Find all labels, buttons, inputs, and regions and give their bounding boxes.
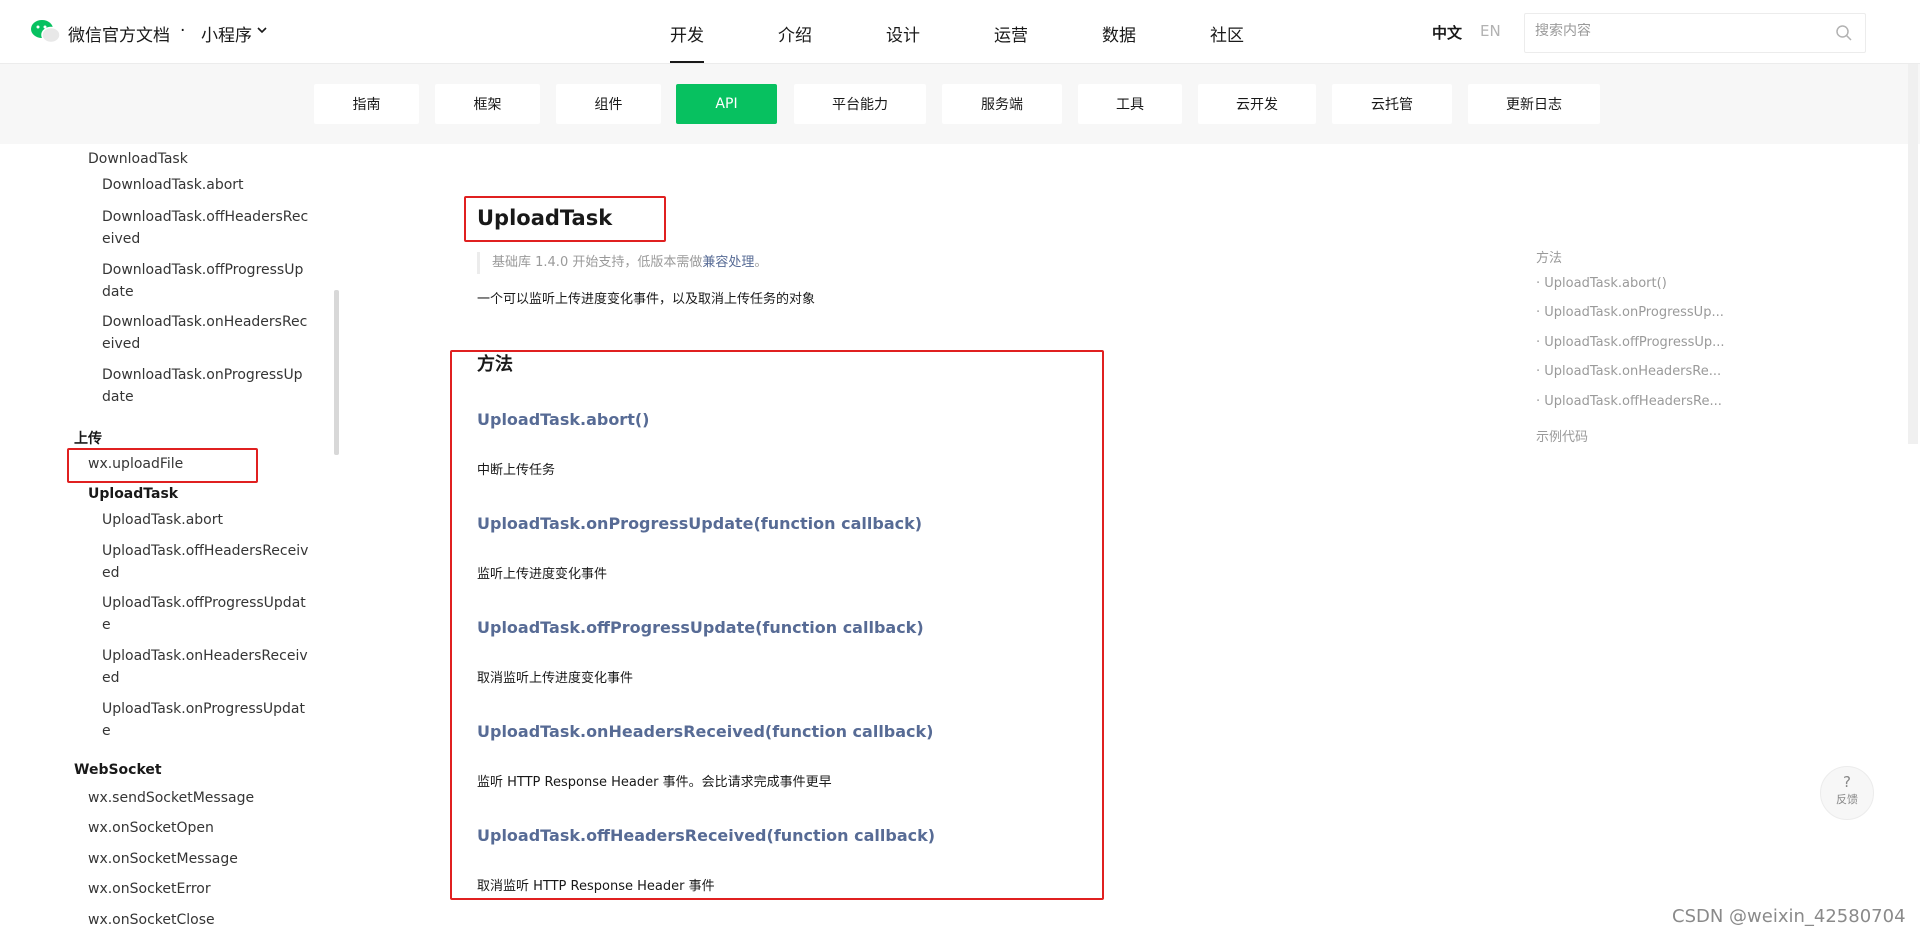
- toc-item-onprogressupdate[interactable]: · UploadTask.onProgressUp...: [1536, 305, 1724, 320]
- nav-intro[interactable]: 介绍: [778, 21, 812, 46]
- compat-note-end: 。: [754, 255, 768, 270]
- toc-item-onheadersreceived[interactable]: · UploadTask.onHeadersRe...: [1536, 364, 1721, 379]
- title-separator: ·: [180, 21, 186, 41]
- feedback-label: 反馈: [1836, 793, 1858, 806]
- toc-item-offheadersreceived[interactable]: · UploadTask.offHeadersRe...: [1536, 394, 1722, 409]
- sidebar-item-wx-onsocketmessage[interactable]: wx.onSocketMessage: [88, 848, 288, 870]
- sidebar-item-uploadtask-abort[interactable]: UploadTask.abort: [102, 509, 302, 531]
- nav-community[interactable]: 社区: [1210, 21, 1244, 46]
- tab-api[interactable]: API: [676, 84, 777, 124]
- toc-methods-label[interactable]: 方法: [1536, 247, 1562, 266]
- compat-link[interactable]: 兼容处理: [702, 255, 754, 270]
- annotation-box-methods: [450, 350, 1104, 900]
- top-bar: 微信官方文档 · 小程序 开发 介绍 设计 运营 数据 社区 中文 EN: [0, 0, 1920, 64]
- annotation-box-uploadfile: [67, 448, 258, 483]
- sidebar-item-wx-onsocketclose[interactable]: wx.onSocketClose: [88, 909, 288, 931]
- tab-guide[interactable]: 指南: [314, 84, 419, 124]
- sidebar-item-wx-sendsocketmessage[interactable]: wx.sendSocketMessage: [88, 787, 288, 809]
- sidebar-item-uploadtask-offprogressupdate[interactable]: UploadTask.offProgressUpdat e: [102, 592, 306, 636]
- nav-design[interactable]: 设计: [886, 21, 920, 46]
- sidebar-item-downloadtask-offheadersreceived[interactable]: DownloadTask.offHeadersRec eived: [102, 206, 308, 250]
- sidebar-item-downloadtask-abort[interactable]: DownloadTask.abort: [102, 174, 302, 196]
- question-icon: ?: [1843, 773, 1851, 791]
- annotation-box-title: [464, 196, 666, 242]
- toc-item-abort[interactable]: · UploadTask.abort(): [1536, 276, 1667, 291]
- nav-data[interactable]: 数据: [1102, 21, 1136, 46]
- sidebar-scrollbar[interactable]: [334, 290, 339, 455]
- tab-cloud-dev[interactable]: 云开发: [1198, 84, 1316, 124]
- lang-en-button[interactable]: EN: [1480, 22, 1501, 40]
- tab-components[interactable]: 组件: [556, 84, 661, 124]
- tab-cloud-hosting[interactable]: 云托管: [1332, 84, 1452, 124]
- sidebar-item-uploadtask-onheadersreceived[interactable]: UploadTask.onHeadersReceiv ed: [102, 645, 308, 689]
- page-scrollbar[interactable]: [1908, 64, 1918, 444]
- compat-note-text: 基础库 1.4.0 开始支持，低版本需做: [492, 255, 703, 270]
- tab-framework[interactable]: 框架: [435, 84, 540, 124]
- nav-develop[interactable]: 开发: [670, 21, 704, 63]
- sidebar-section-websocket[interactable]: WebSocket: [74, 762, 162, 778]
- site-title[interactable]: 微信官方文档: [68, 21, 170, 46]
- search-input[interactable]: [1535, 23, 1825, 39]
- feedback-button[interactable]: ? 反馈: [1820, 766, 1874, 820]
- watermark: CSDN @weixin_42580704: [1672, 906, 1906, 927]
- sidebar-section-upload[interactable]: 上传: [74, 428, 102, 448]
- page-description: 一个可以监听上传进度变化事件，以及取消上传任务的对象: [477, 292, 816, 307]
- sidebar-item-downloadtask-onprogressupdate[interactable]: DownloadTask.onProgressUp date: [102, 364, 303, 408]
- sidebar-item-wx-onsocketerror[interactable]: wx.onSocketError: [88, 878, 288, 900]
- lang-zh-button[interactable]: 中文: [1432, 22, 1462, 43]
- sidebar-item-wx-onsocketopen[interactable]: wx.onSocketOpen: [88, 817, 288, 839]
- compat-note: 基础库 1.4.0 开始支持，低版本需做兼容处理。: [477, 252, 767, 274]
- tab-tools[interactable]: 工具: [1078, 84, 1182, 124]
- search-icon[interactable]: [1835, 24, 1853, 42]
- sidebar-item-uploadtask-onprogressupdate[interactable]: UploadTask.onProgressUpdat e: [102, 698, 305, 742]
- tab-changelog[interactable]: 更新日志: [1468, 84, 1600, 124]
- toc-item-example[interactable]: 示例代码: [1536, 426, 1588, 445]
- wechat-logo-icon[interactable]: [30, 18, 62, 46]
- product-switcher[interactable]: 小程序: [201, 21, 252, 46]
- sidebar-item-downloadtask-offprogressupdate[interactable]: DownloadTask.offProgressUp date: [102, 259, 303, 303]
- nav-operation[interactable]: 运营: [994, 21, 1028, 46]
- toc-item-offprogressupdate[interactable]: · UploadTask.offProgressUp...: [1536, 335, 1725, 350]
- sidebar-item-uploadtask-offheadersreceived[interactable]: UploadTask.offHeadersReceiv ed: [102, 540, 308, 584]
- chevron-down-icon[interactable]: [256, 24, 268, 36]
- sidebar-item-downloadtask-onheadersreceived[interactable]: DownloadTask.onHeadersRec eived: [102, 311, 307, 355]
- sidebar-item-downloadtask[interactable]: DownloadTask: [88, 148, 288, 170]
- tab-server[interactable]: 服务端: [942, 84, 1062, 124]
- sidebar-item-uploadtask[interactable]: UploadTask: [88, 483, 288, 505]
- tab-platform[interactable]: 平台能力: [794, 84, 926, 124]
- search-box[interactable]: [1524, 13, 1866, 53]
- sub-nav: 指南 框架 组件 API 平台能力 服务端 工具 云开发 云托管 更新日志: [0, 64, 1920, 144]
